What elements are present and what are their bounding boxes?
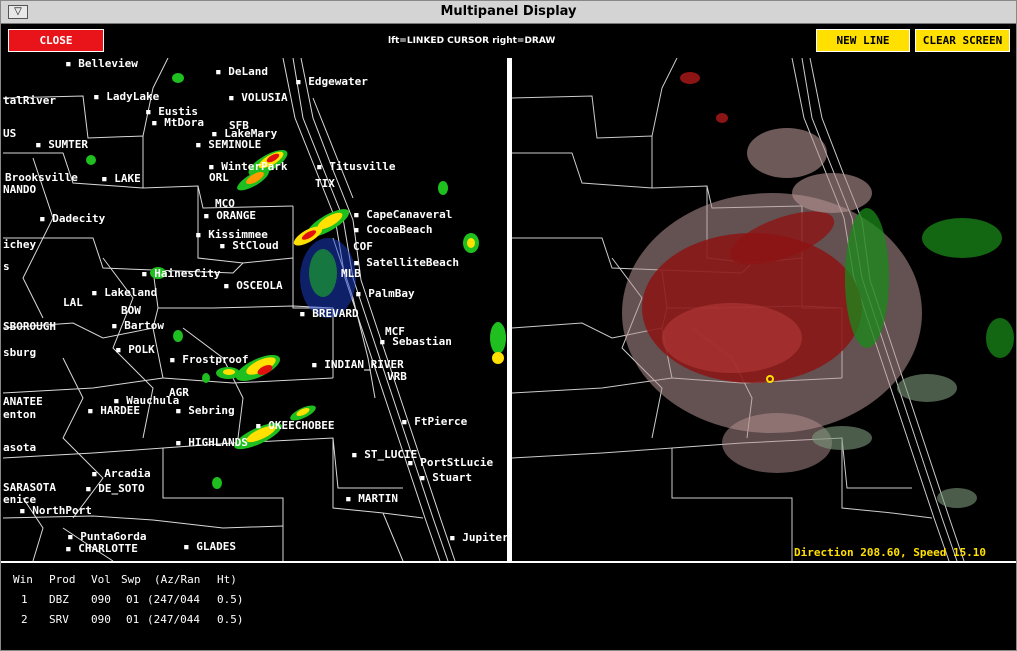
map-place-label: MLB bbox=[341, 267, 361, 280]
map-place-label: US bbox=[3, 127, 17, 140]
cursor-mode-hint: lft=LINKED CURSOR right=DRAW bbox=[388, 36, 556, 46]
row-ht: 0.5) bbox=[217, 613, 244, 626]
map-place-label: ▪ CocoaBeach bbox=[353, 223, 433, 236]
map-place-label: ANATEE bbox=[3, 395, 43, 408]
velocity-panel[interactable]: Direction 208.60, Speed 15.10 bbox=[512, 58, 1016, 561]
map-place-label: ▪ BREVARD bbox=[299, 307, 359, 320]
map-place-label: ichey bbox=[3, 238, 37, 251]
map-place-label: VRB bbox=[387, 370, 407, 383]
map-place-label: ▪ LadyLake bbox=[93, 90, 160, 103]
map-place-label: ▪ OKEECHOBEE bbox=[255, 419, 335, 432]
map-place-label: ▪ Frostproof bbox=[169, 353, 249, 366]
row-prod: SRV bbox=[49, 613, 69, 626]
header-win: Win bbox=[13, 573, 33, 586]
header-ht: Ht) bbox=[217, 573, 237, 586]
map-place-label: asota bbox=[3, 441, 37, 454]
map-place-label: ▪ SUMTER bbox=[35, 138, 88, 151]
info-separator bbox=[1, 561, 1016, 563]
row-swp: 01 bbox=[126, 593, 140, 606]
map-place-label: ▪ Titusville bbox=[316, 160, 396, 173]
multipanel-window: ▽ Multipanel Display CLOSE lft=LINKED CU… bbox=[0, 0, 1017, 651]
storm-motion-readout: Direction 208.60, Speed 15.10 bbox=[794, 546, 987, 559]
map-place-label: ▪ StCloud bbox=[219, 239, 279, 252]
map-place-label: ▪ POLK bbox=[115, 343, 155, 356]
map-place-label: ▪ DeLand bbox=[215, 65, 268, 78]
linked-cursor-marker bbox=[766, 375, 774, 383]
map-place-label: ▪ Sebring bbox=[175, 404, 235, 417]
map-place-label: s bbox=[3, 260, 10, 273]
map-place-label: ORL bbox=[209, 171, 229, 184]
map-place-label: ▪ Sebastian bbox=[379, 335, 452, 348]
header-swp: Swp bbox=[121, 573, 141, 586]
map-place-label: ▪ VOLUSIA bbox=[228, 91, 288, 104]
header-az-ran: (Az/Ran bbox=[154, 573, 201, 586]
map-place-label: ▪ HIGHLANDS bbox=[175, 436, 248, 449]
map-place-label: ▪ NorthPort bbox=[19, 504, 92, 517]
title-bar: ▽ Multipanel Display bbox=[1, 1, 1016, 24]
map-place-label: ▪ MtDora bbox=[151, 116, 204, 129]
map-place-label: ▪ GLADES bbox=[183, 540, 236, 553]
map-place-label: ▪ DE_SOTO bbox=[85, 482, 145, 495]
row-win: 1 bbox=[21, 593, 28, 606]
toolbar: CLOSE lft=LINKED CURSOR right=DRAW NEW L… bbox=[1, 24, 1016, 57]
map-place-label: COF bbox=[353, 240, 373, 253]
map-place-label: ▪ SEMINOLE bbox=[195, 138, 262, 151]
map-place-label: ▪ Dadecity bbox=[39, 212, 106, 225]
map-place-label: ▪ SatelliteBeach bbox=[353, 256, 459, 269]
map-place-label: ▪ Jupiter bbox=[449, 531, 507, 544]
map-place-label: ▪ PortStLucie bbox=[407, 456, 494, 469]
row-prod: DBZ bbox=[49, 593, 69, 606]
map-place-label: ▪ FtPierce bbox=[401, 415, 468, 428]
map-place-label: ▪ PalmBay bbox=[355, 287, 415, 300]
map-place-label: ▪ ORANGE bbox=[203, 209, 256, 222]
map-place-label: ▪ LAKE bbox=[101, 172, 141, 185]
row-swp: 01 bbox=[126, 613, 140, 626]
close-button[interactable]: CLOSE bbox=[8, 29, 104, 52]
map-place-label: ▪ Arcadia bbox=[91, 467, 151, 480]
map-place-label: ▪ Stuart bbox=[419, 471, 472, 484]
row-az-ran: (247/044 bbox=[147, 613, 200, 626]
map-place-label: ▪ OSCEOLA bbox=[223, 279, 283, 292]
clear-screen-button[interactable]: CLEAR SCREEN bbox=[915, 29, 1010, 52]
row-vol: 090 bbox=[91, 613, 111, 626]
map-place-label: LAL bbox=[63, 296, 83, 309]
map-place-label: ▪ Belleview bbox=[65, 58, 138, 70]
row-vol: 090 bbox=[91, 593, 111, 606]
map-place-label: enton bbox=[3, 408, 37, 421]
window-title: Multipanel Display bbox=[440, 4, 577, 19]
map-place-label: ▪ Edgewater bbox=[295, 75, 368, 88]
header-vol: Vol bbox=[91, 573, 111, 586]
row-az-ran: (247/044 bbox=[147, 593, 200, 606]
row-ht: 0.5) bbox=[217, 593, 244, 606]
product-info-table: Win Prod Vol Swp (Az/Ran Ht) 1 DBZ 090 0… bbox=[1, 564, 1016, 650]
map-place-label: SBOROUGH bbox=[3, 320, 56, 333]
map-place-label: sburg bbox=[3, 346, 37, 359]
map-place-label: BOW bbox=[121, 304, 141, 317]
header-prod: Prod bbox=[49, 573, 76, 586]
velocity-map bbox=[512, 58, 1014, 561]
map-place-label: TIX bbox=[315, 177, 335, 190]
new-line-button[interactable]: NEW LINE bbox=[816, 29, 910, 52]
map-place-label: ▪ HainesCity bbox=[141, 267, 221, 280]
map-place-label: ▪ HARDEE bbox=[87, 404, 140, 417]
row-win: 2 bbox=[21, 613, 28, 626]
map-place-label: ▪ Lakeland bbox=[91, 286, 158, 299]
map-place-label: ▪ MARTIN bbox=[345, 492, 398, 505]
reflectivity-panel[interactable]: ▪ Belleview ▪ DeLand ▪ Edgewater talRiver ▪ … bbox=[3, 58, 507, 561]
map-place-label: talRiver bbox=[3, 94, 56, 107]
map-place-label: ▪ Bartow bbox=[111, 319, 164, 332]
map-place-label: ▪ CHARLOTTE bbox=[65, 542, 138, 555]
map-place-label: NANDO bbox=[3, 183, 37, 196]
map-place-label: ▪ CapeCanaveral bbox=[353, 208, 453, 221]
